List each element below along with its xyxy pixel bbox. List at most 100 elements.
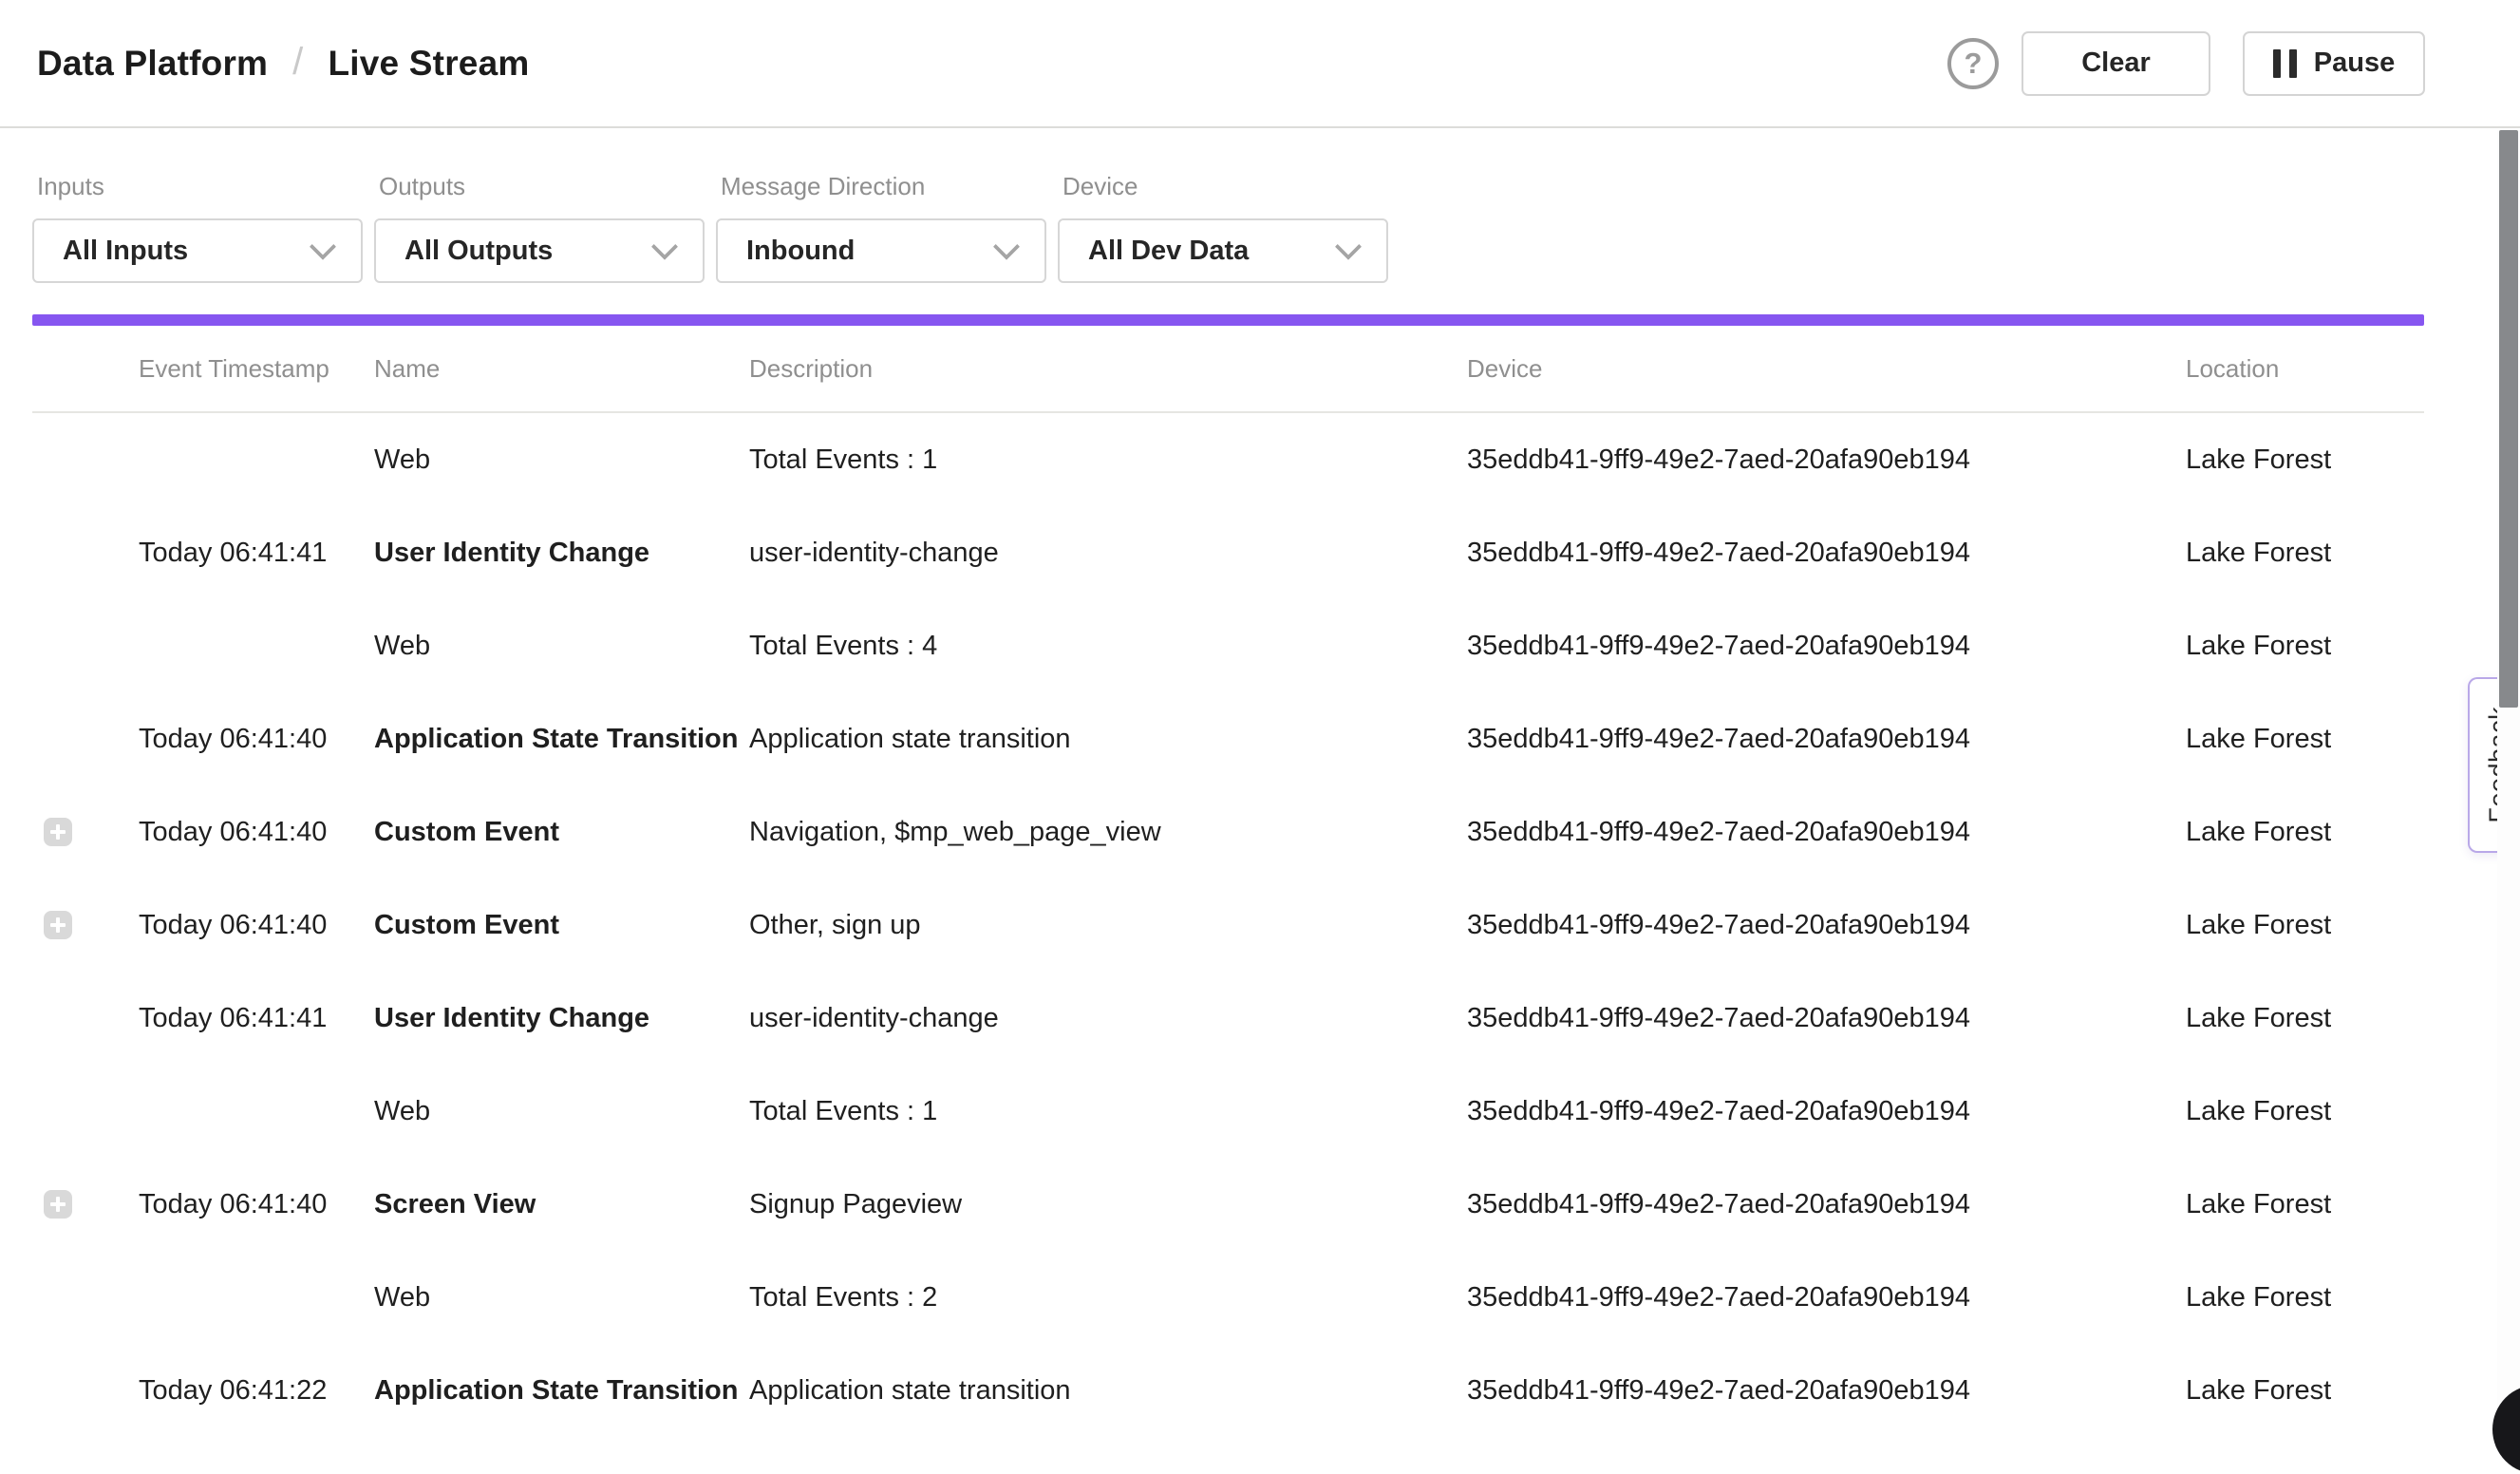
event-device: 35eddb41-9ff9-49e2-7aed-20afa90eb194 (1467, 1096, 2186, 1127)
event-timestamp: Today 06:41:22 (139, 1375, 374, 1407)
column-header-device: Device (1467, 354, 2186, 384)
plus-icon (50, 824, 66, 840)
table-body: WebTotal Events : 135eddb41-9ff9-49e2-7a… (32, 413, 2424, 1437)
table-row[interactable]: WebTotal Events : 435eddb41-9ff9-49e2-7a… (32, 599, 2424, 692)
event-device: 35eddb41-9ff9-49e2-7aed-20afa90eb194 (1467, 1282, 2186, 1313)
event-name: Web (374, 1096, 749, 1127)
help-icon[interactable]: ? (1947, 38, 1999, 89)
table-row[interactable]: Today 06:41:41User Identity Changeuser-i… (32, 506, 2424, 599)
event-location: Lake Forest (2186, 1189, 2424, 1220)
expand-row-button[interactable] (44, 818, 72, 846)
event-name: User Identity Change (374, 538, 749, 569)
events-table: Event Timestamp Name Description Device … (32, 326, 2424, 1437)
clear-button[interactable]: Clear (2022, 31, 2210, 96)
breadcrumb-item-live-stream: Live Stream (328, 44, 529, 84)
filter-message-direction: Message Direction Inbound (716, 172, 1046, 283)
expand-cell (32, 911, 139, 939)
inputs-select-value: All Inputs (63, 236, 188, 267)
event-location: Lake Forest (2186, 910, 2424, 941)
chevron-down-icon (1335, 234, 1362, 260)
table-row[interactable]: Today 06:41:40Custom EventNavigation, $m… (32, 785, 2424, 879)
plus-icon (50, 1197, 66, 1212)
event-description: user-identity-change (749, 538, 1467, 569)
pause-icon (2273, 49, 2297, 78)
live-stream-progress-bar (32, 314, 2424, 326)
expand-row-button[interactable] (44, 911, 72, 939)
plus-icon (50, 917, 66, 933)
filter-inputs: Inputs All Inputs (32, 172, 363, 283)
event-name: Web (374, 444, 749, 476)
expand-cell (32, 818, 139, 846)
device-select-value: All Dev Data (1088, 236, 1249, 267)
event-timestamp: Today 06:41:40 (139, 1189, 374, 1220)
inputs-select[interactable]: All Inputs (32, 218, 363, 283)
event-location: Lake Forest (2186, 631, 2424, 662)
event-device: 35eddb41-9ff9-49e2-7aed-20afa90eb194 (1467, 538, 2186, 569)
event-description: Navigation, $mp_web_page_view (749, 817, 1467, 848)
event-description: Total Events : 2 (749, 1282, 1467, 1313)
event-device: 35eddb41-9ff9-49e2-7aed-20afa90eb194 (1467, 910, 2186, 941)
clear-button-label: Clear (2081, 47, 2151, 79)
event-timestamp: Today 06:41:41 (139, 538, 374, 569)
event-location: Lake Forest (2186, 1282, 2424, 1313)
message-direction-select[interactable]: Inbound (716, 218, 1046, 283)
table-row[interactable]: WebTotal Events : 235eddb41-9ff9-49e2-7a… (32, 1251, 2424, 1344)
filter-device-label: Device (1058, 172, 1388, 201)
outputs-select[interactable]: All Outputs (374, 218, 705, 283)
pause-button-label: Pause (2314, 47, 2395, 79)
filter-bar: Inputs All Inputs Outputs All Outputs Me… (0, 128, 2520, 283)
device-select[interactable]: All Dev Data (1058, 218, 1388, 283)
chevron-down-icon (310, 234, 336, 260)
event-description: Signup Pageview (749, 1189, 1467, 1220)
event-description: Application state transition (749, 724, 1467, 755)
event-timestamp: Today 06:41:40 (139, 910, 374, 941)
event-location: Lake Forest (2186, 724, 2424, 755)
event-name: Custom Event (374, 910, 749, 941)
event-timestamp: Today 06:41:40 (139, 724, 374, 755)
expand-cell (32, 1190, 139, 1219)
breadcrumb: Data Platform / Live Stream (37, 42, 529, 85)
event-description: Application state transition (749, 1375, 1467, 1407)
event-location: Lake Forest (2186, 1096, 2424, 1127)
event-device: 35eddb41-9ff9-49e2-7aed-20afa90eb194 (1467, 1375, 2186, 1407)
event-name: Custom Event (374, 817, 749, 848)
table-header-row: Event Timestamp Name Description Device … (32, 326, 2424, 413)
table-row[interactable]: Today 06:41:40Application State Transiti… (32, 692, 2424, 785)
filter-outputs: Outputs All Outputs (374, 172, 705, 283)
filter-message-direction-label: Message Direction (716, 172, 1046, 201)
column-header-location: Location (2186, 354, 2424, 384)
scrollbar-thumb[interactable] (2499, 130, 2518, 708)
breadcrumb-separator-icon: / (292, 41, 303, 84)
column-header-description: Description (749, 354, 1467, 384)
event-timestamp: Today 06:41:40 (139, 817, 374, 848)
table-row[interactable]: Today 06:41:40Custom EventOther, sign up… (32, 879, 2424, 972)
event-description: Other, sign up (749, 910, 1467, 941)
event-location: Lake Forest (2186, 1003, 2424, 1034)
filter-device: Device All Dev Data (1058, 172, 1388, 283)
filter-outputs-label: Outputs (374, 172, 705, 201)
table-row[interactable]: Today 06:41:41User Identity Changeuser-i… (32, 972, 2424, 1065)
pause-button[interactable]: Pause (2243, 31, 2425, 96)
chevron-down-icon (993, 234, 1020, 260)
event-device: 35eddb41-9ff9-49e2-7aed-20afa90eb194 (1467, 631, 2186, 662)
event-location: Lake Forest (2186, 444, 2424, 476)
event-description: Total Events : 1 (749, 444, 1467, 476)
expand-row-button[interactable] (44, 1190, 72, 1219)
chevron-down-icon (651, 234, 678, 260)
breadcrumb-item-data-platform[interactable]: Data Platform (37, 44, 268, 84)
event-description: Total Events : 1 (749, 1096, 1467, 1127)
scrollbar-track[interactable] (2497, 130, 2520, 1411)
event-description: Total Events : 4 (749, 631, 1467, 662)
event-name: Application State Transition (374, 1375, 749, 1407)
event-device: 35eddb41-9ff9-49e2-7aed-20afa90eb194 (1467, 724, 2186, 755)
table-row[interactable]: Today 06:41:40Screen ViewSignup Pageview… (32, 1158, 2424, 1251)
table-row[interactable]: WebTotal Events : 135eddb41-9ff9-49e2-7a… (32, 413, 2424, 506)
event-timestamp: Today 06:41:41 (139, 1003, 374, 1034)
event-name: Web (374, 1282, 749, 1313)
event-name: Web (374, 631, 749, 662)
message-direction-select-value: Inbound (746, 236, 855, 267)
event-device: 35eddb41-9ff9-49e2-7aed-20afa90eb194 (1467, 817, 2186, 848)
table-row[interactable]: WebTotal Events : 135eddb41-9ff9-49e2-7a… (32, 1065, 2424, 1158)
table-row[interactable]: Today 06:41:22Application State Transiti… (32, 1344, 2424, 1437)
page-header: Data Platform / Live Stream ? Clear Paus… (0, 0, 2520, 128)
